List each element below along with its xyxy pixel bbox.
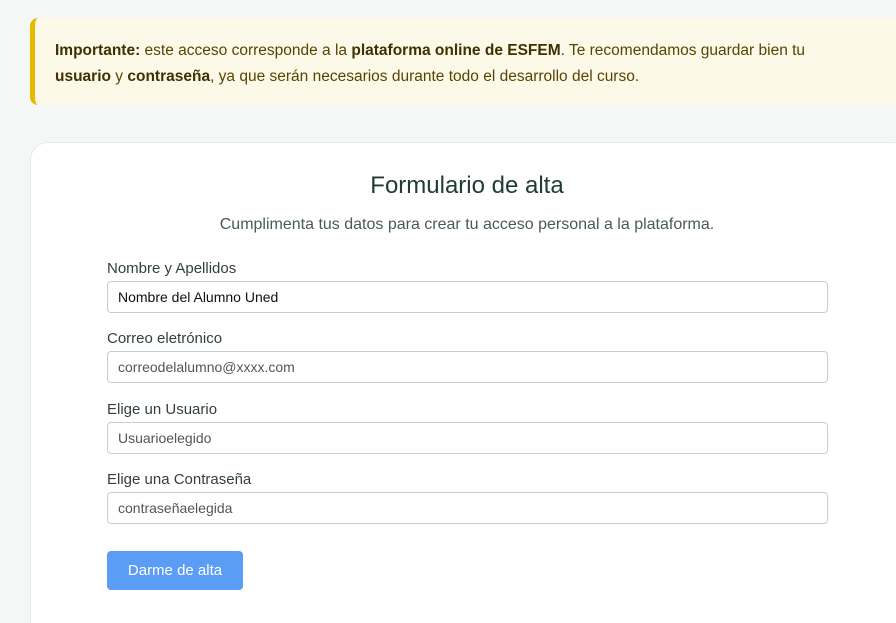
email-input[interactable]: correodelalumno@xxxx.com (107, 351, 828, 383)
page: Importante: este acceso corresponde a la… (0, 0, 896, 623)
notice-text-4: , ya que serán necesarios durante todo e… (210, 68, 640, 85)
full-name-label: Nombre y Apellidos (107, 260, 237, 277)
notice-text-3: y (110, 68, 128, 85)
signup-form-card: Formulario de alta Cumplimenta tus datos… (30, 142, 896, 623)
email-label: Correo eletrónico (107, 330, 223, 347)
password-label: Elige una Contraseña (107, 471, 252, 488)
notice-important-label: Importante: (55, 42, 141, 59)
email-field: Correo eletrónico correodelalumno@xxxx.c… (107, 330, 828, 383)
notice-user-word: usuario (55, 68, 111, 85)
notice-password-word: contraseña (127, 68, 211, 85)
signup-submit-button[interactable]: Darme de alta (107, 551, 243, 590)
full-name-field: Nombre y Apellidos Nombre del Alumno Une… (107, 260, 828, 313)
password-field: Elige una Contraseña contraseñaelegida (107, 471, 828, 524)
username-label: Elige un Usuario (107, 401, 218, 418)
username-input[interactable]: Usuarioelegido (107, 422, 828, 454)
password-input[interactable]: contraseñaelegida (107, 492, 828, 524)
username-field: Elige un Usuario Usuarioelegido (107, 401, 828, 454)
full-name-input[interactable]: Nombre del Alumno Uned (107, 281, 828, 313)
important-notice: Importante: este acceso corresponde a la… (30, 18, 896, 105)
notice-platform-name: plataforma online de ESFEM (351, 42, 561, 59)
notice-text-1: este acceso corresponde a la (140, 42, 352, 59)
form-subtitle: Cumplimenta tus datos para crear tu acce… (219, 216, 715, 233)
form-title: Formulario de alta (370, 172, 564, 199)
notice-text-2: . Te recomendamos guardar bien tu (560, 42, 806, 59)
